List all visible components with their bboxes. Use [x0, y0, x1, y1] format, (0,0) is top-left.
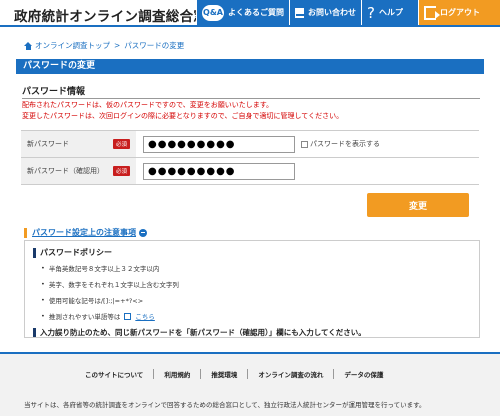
- weak-words-link[interactable]: こちら: [135, 311, 155, 321]
- confirm-password-row: 新パスワード（確認用） 必須: [21, 158, 479, 185]
- question-icon: ?: [367, 3, 375, 22]
- footer-link-data-protection[interactable]: データの保護: [334, 369, 393, 379]
- page-title: パスワードの変更: [16, 59, 484, 74]
- show-password-label: パスワードを表示する: [310, 140, 380, 148]
- help-label: ヘルプ: [378, 8, 403, 17]
- footer-links: このサイトについて 利用規約 推奨環境 オンライン調査の流れ データの保護: [75, 369, 393, 379]
- notice-text: 配布されたパスワードは、仮のパスワードですので、変更をお願いいたします。 変更し…: [22, 100, 343, 122]
- footer-link-environment[interactable]: 推奨環境: [201, 369, 249, 379]
- policy-item: 使用可能な記号は/[]:;|=+*?<>: [41, 295, 471, 305]
- required-badge: 必須: [112, 139, 130, 149]
- qa-icon: Q&A: [202, 4, 224, 21]
- policy-title: パスワードポリシー: [33, 247, 471, 258]
- notice-line-2: 変更したパスワードは、次回ログインの際に必要となりますので、ご自身で適切に管理し…: [22, 112, 344, 120]
- collapse-icon[interactable]: [139, 228, 147, 237]
- breadcrumb: オンライン調査トップ > パスワードの変更: [24, 40, 184, 51]
- confirm-password-input[interactable]: [143, 162, 295, 180]
- header: 政府統計オンライン調査総合窓口 Q&A よくあるご質問 お問い合わせ ? ヘルプ…: [0, 0, 500, 27]
- window-icon: [124, 312, 132, 320]
- contact-link[interactable]: お問い合わせ: [289, 0, 361, 25]
- policy-item: 英字、数字をそれぞれ１文字以上含む文字列: [41, 279, 471, 289]
- show-password-checkbox[interactable]: [301, 140, 308, 148]
- confirm-password-cell: [136, 158, 479, 184]
- footer-link-flow[interactable]: オンライン調査の流れ: [248, 369, 335, 379]
- mail-icon: [295, 7, 304, 18]
- help-link[interactable]: ? ヘルプ: [361, 0, 418, 25]
- footer-link-about[interactable]: このサイトについて: [75, 369, 155, 379]
- breadcrumb-separator: >: [114, 41, 121, 50]
- logout-icon: [424, 5, 440, 20]
- change-button[interactable]: 変更: [367, 193, 469, 217]
- section-heading: パスワード情報: [22, 84, 480, 99]
- logout-button[interactable]: ログアウト: [418, 0, 500, 25]
- password-notes-label: パスワード設定上の注意事項: [32, 228, 136, 237]
- policy-hint-text: 推測されやすい単語等は: [48, 313, 121, 321]
- new-password-input[interactable]: [143, 135, 295, 153]
- faq-label: よくあるご質問: [228, 8, 284, 17]
- policy-item: 半角英数記号８文字以上３２文字以内: [41, 263, 471, 273]
- faq-link[interactable]: Q&A よくあるご質問: [196, 0, 289, 25]
- breadcrumb-home[interactable]: オンライン調査トップ: [35, 40, 110, 51]
- footer-link-terms[interactable]: 利用規約: [154, 369, 202, 379]
- show-password-toggle[interactable]: パスワードを表示する: [301, 139, 380, 149]
- home-icon: [24, 41, 32, 50]
- footer-text: 当サイトは、各府省等の統計調査をオンラインで回答するための総合窓口として、独立行…: [24, 401, 426, 409]
- policy-warning: 入力誤り防止のため、同じ新パスワードを「新パスワード（確認用）」欄にも入力してく…: [33, 327, 471, 338]
- new-password-cell: パスワードを表示する: [136, 131, 479, 157]
- notice-line-1: 配布されたパスワードは、仮のパスワードですので、変更をお願いいたします。: [22, 101, 274, 109]
- password-form: 新パスワード 必須 パスワードを表示する 新パスワード（確認用） 必須: [21, 130, 479, 185]
- header-nav: Q&A よくあるご質問 お問い合わせ ? ヘルプ ログアウト: [196, 0, 500, 25]
- logout-label: ログアウト: [440, 8, 480, 17]
- password-notes-link[interactable]: パスワード設定上の注意事項: [24, 227, 147, 238]
- new-password-label-text: 新パスワード: [27, 140, 69, 148]
- contact-label: お問い合わせ: [308, 8, 356, 17]
- site-title[interactable]: 政府統計オンライン調査総合窓口: [14, 5, 221, 25]
- confirm-password-label: 新パスワード（確認用） 必須: [21, 158, 136, 184]
- required-badge: 必須: [112, 166, 130, 176]
- confirm-password-label-text: 新パスワード（確認用）: [27, 167, 104, 175]
- password-policy-box: パスワードポリシー 半角英数記号８文字以上３２文字以内 英字、数字をそれぞれ１文…: [24, 240, 480, 338]
- breadcrumb-current: パスワードの変更: [124, 41, 185, 50]
- footer: このサイトについて 利用規約 推奨環境 オンライン調査の流れ データの保護 当サ…: [0, 354, 500, 416]
- new-password-label: 新パスワード 必須: [21, 131, 136, 157]
- new-password-row: 新パスワード 必須 パスワードを表示する: [21, 131, 479, 158]
- policy-hint-item: 推測されやすい単語等は こちら: [41, 311, 471, 321]
